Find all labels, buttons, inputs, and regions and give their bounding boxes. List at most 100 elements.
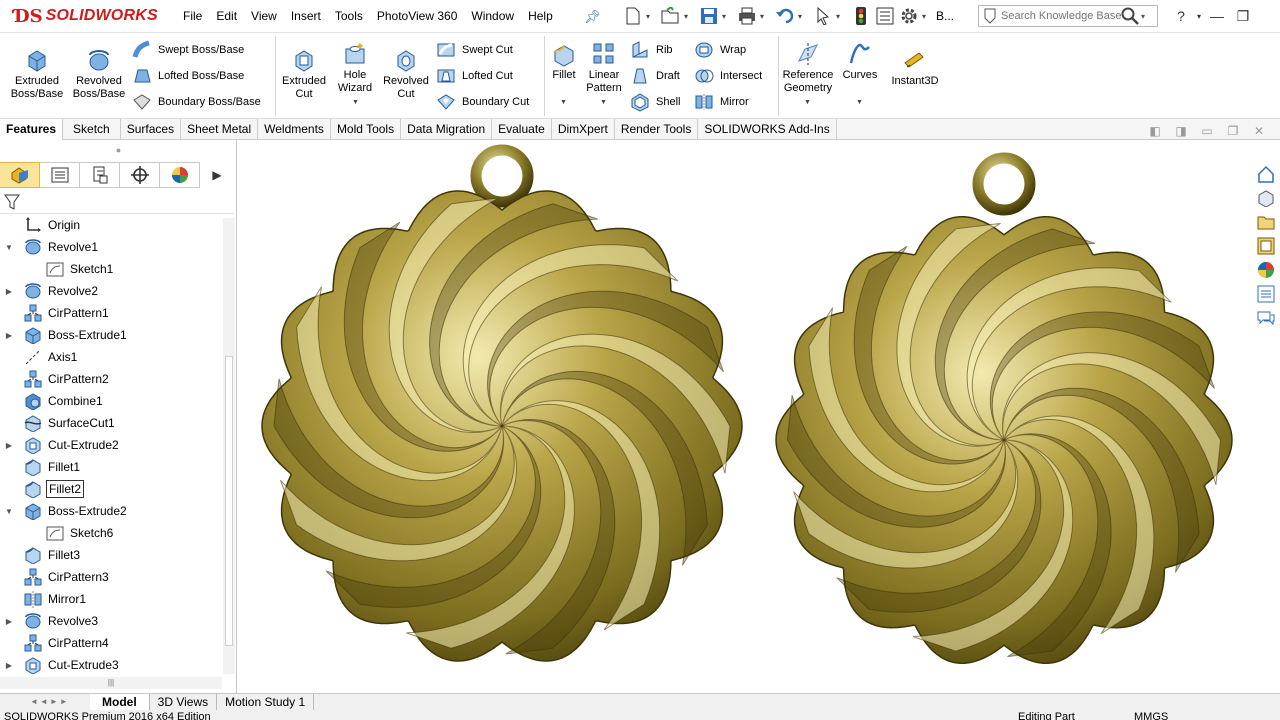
- tab-data-migration[interactable]: Data Migration: [401, 119, 493, 140]
- save-dropdown-icon[interactable]: ▾: [722, 12, 730, 21]
- menu-view[interactable]: View: [244, 0, 284, 33]
- new-dropdown-icon[interactable]: ▾: [646, 12, 654, 21]
- custom-properties-icon[interactable]: [1254, 282, 1278, 306]
- draft-button[interactable]: Draft: [630, 65, 680, 87]
- mirror-button[interactable]: Mirror: [694, 91, 749, 113]
- print-icon[interactable]: [736, 5, 758, 27]
- file-explorer-icon[interactable]: [1254, 210, 1278, 234]
- tab-mold-tools[interactable]: Mold Tools: [331, 119, 402, 140]
- hole-wizard-button[interactable]: Hole Wizard: [332, 41, 378, 95]
- tree-node-cirpattern2[interactable]: CirPattern2: [0, 368, 222, 390]
- tree-node-cut-extrude2[interactable]: ▶ Cut-Extrude2: [0, 434, 222, 456]
- menu-insert[interactable]: Insert: [284, 0, 328, 33]
- curves-dropdown-icon[interactable]: ▼: [856, 99, 863, 106]
- viewport-minimize-icon[interactable]: ▭: [1194, 124, 1220, 138]
- options-icon[interactable]: [898, 5, 920, 27]
- reference-geometry-dropdown-icon[interactable]: ▼: [804, 99, 811, 106]
- instant3d-button[interactable]: Instant3D: [886, 47, 944, 88]
- appearances-icon[interactable]: [1254, 258, 1278, 282]
- collapse-icon[interactable]: ▼: [4, 243, 14, 252]
- expand-icon[interactable]: ▶: [4, 287, 14, 296]
- search-knowledge-base[interactable]: ▾: [978, 5, 1158, 27]
- tree-node-revolve1[interactable]: ▼ Revolve1: [0, 236, 222, 258]
- lofted-boss-button[interactable]: Lofted Boss/Base: [132, 65, 244, 87]
- linear-pattern-button[interactable]: Linear Pattern: [584, 41, 624, 95]
- tree-node-sketch6[interactable]: Sketch6: [0, 522, 222, 544]
- design-library-icon[interactable]: [1254, 186, 1278, 210]
- tree-node-surfacecut1[interactable]: SurfaceCut1: [0, 412, 222, 434]
- tree-node-fillet1[interactable]: Fillet1: [0, 456, 222, 478]
- next-view-icon[interactable]: ◨: [1168, 124, 1194, 138]
- viewport-close-icon[interactable]: ✕: [1246, 124, 1272, 138]
- tree-node-mirror1[interactable]: Mirror1: [0, 588, 222, 610]
- search-scope-icon[interactable]: [983, 8, 997, 24]
- tree-node-cirpattern4[interactable]: CirPattern4: [0, 632, 222, 654]
- options-dropdown-icon[interactable]: ▾: [922, 12, 930, 21]
- extruded-cut-button[interactable]: Extruded Cut: [278, 47, 330, 101]
- tree-node-combine1[interactable]: Combine1: [0, 390, 222, 412]
- tree-node-sketch1[interactable]: Sketch1: [0, 258, 222, 280]
- pendant-iso-view[interactable]: [775, 152, 1233, 665]
- swept-cut-button[interactable]: Swept Cut: [436, 39, 513, 61]
- swept-boss-button[interactable]: Swept Boss/Base: [132, 39, 244, 61]
- tab-solidworks-addins[interactable]: SOLIDWORKS Add-Ins: [698, 119, 837, 140]
- tab-render-tools[interactable]: Render Tools: [615, 119, 699, 140]
- revolved-cut-button[interactable]: Revolved Cut: [380, 47, 432, 101]
- quick-extra[interactable]: B...: [936, 9, 954, 23]
- select-dropdown-icon[interactable]: ▾: [836, 12, 844, 21]
- forum-icon[interactable]: [1254, 306, 1278, 330]
- pane-grip[interactable]: ●: [0, 140, 237, 160]
- minimize-button[interactable]: —: [1204, 8, 1230, 24]
- tab-evaluate[interactable]: Evaluate: [492, 119, 552, 140]
- tree-scroll-thumb[interactable]: [225, 356, 233, 646]
- previous-view-icon[interactable]: ◧: [1142, 124, 1168, 138]
- view-palette-icon[interactable]: [1254, 234, 1278, 258]
- property-manager-tab[interactable]: [40, 162, 80, 188]
- display-manager-tab[interactable]: [160, 162, 200, 188]
- search-icon[interactable]: [1121, 7, 1139, 25]
- collapse-icon[interactable]: ▼: [4, 507, 14, 516]
- tab-features[interactable]: Features: [0, 119, 64, 140]
- undo-dropdown-icon[interactable]: ▾: [798, 12, 806, 21]
- expand-icon[interactable]: ▶: [4, 661, 14, 670]
- linear-pattern-dropdown-icon[interactable]: ▼: [600, 99, 607, 106]
- menu-tools[interactable]: Tools: [328, 0, 370, 33]
- menu-file[interactable]: File: [176, 0, 209, 33]
- tree-node-cut-extrude3[interactable]: ▶ Cut-Extrude3: [0, 654, 222, 676]
- wrap-button[interactable]: Wrap: [694, 39, 746, 61]
- boundary-cut-button[interactable]: Boundary Cut: [436, 91, 529, 113]
- tab-motion-study-1[interactable]: Motion Study 1: [217, 694, 315, 710]
- boundary-boss-button[interactable]: Boundary Boss/Base: [132, 91, 261, 113]
- extruded-boss-button[interactable]: Extruded Boss/Base: [8, 47, 66, 101]
- tree-node-fillet3[interactable]: Fillet3: [0, 544, 222, 566]
- reference-geometry-button[interactable]: Reference Geometry: [780, 41, 836, 95]
- tab-scroll-arrows-icon[interactable]: ◄◄►►: [0, 694, 90, 710]
- graphics-area[interactable]: [237, 140, 1280, 693]
- expand-icon[interactable]: ▶: [4, 331, 14, 340]
- configuration-manager-tab[interactable]: [80, 162, 120, 188]
- tree-horizontal-scrollbar[interactable]: |||: [0, 677, 222, 689]
- menu-edit[interactable]: Edit: [209, 0, 244, 33]
- viewport-restore-icon[interactable]: ❐: [1220, 124, 1246, 138]
- tree-node-revolve2[interactable]: ▶ Revolve2: [0, 280, 222, 302]
- rib-button[interactable]: Rib: [630, 39, 673, 61]
- tab-weldments[interactable]: Weldments: [258, 119, 331, 140]
- solidworks-resources-icon[interactable]: [1254, 162, 1278, 186]
- revolved-boss-button[interactable]: Revolved Boss/Base: [70, 47, 128, 101]
- tab-sheet-metal[interactable]: Sheet Metal: [181, 119, 259, 140]
- select-icon[interactable]: [812, 5, 834, 27]
- curves-button[interactable]: Curves: [840, 41, 880, 82]
- hole-wizard-dropdown-icon[interactable]: ▼: [352, 99, 359, 106]
- fillet-button[interactable]: Fillet: [548, 41, 580, 82]
- filter-icon[interactable]: [4, 193, 20, 211]
- tree-node-boss-extrude2[interactable]: ▼ Boss-Extrude2: [0, 500, 222, 522]
- fillet-dropdown-icon[interactable]: ▼: [560, 99, 567, 106]
- tree-filter[interactable]: [0, 190, 234, 214]
- rebuild-icon[interactable]: [850, 5, 872, 27]
- tree-node-origin[interactable]: Origin: [0, 214, 222, 236]
- intersect-button[interactable]: Intersect: [694, 65, 762, 87]
- pin-menu-icon[interactable]: 📌︎: [584, 9, 601, 24]
- tab-sketch[interactable]: Sketch: [63, 119, 121, 140]
- menu-photoview[interactable]: PhotoView 360: [370, 0, 465, 33]
- restore-button[interactable]: ❐: [1230, 8, 1256, 25]
